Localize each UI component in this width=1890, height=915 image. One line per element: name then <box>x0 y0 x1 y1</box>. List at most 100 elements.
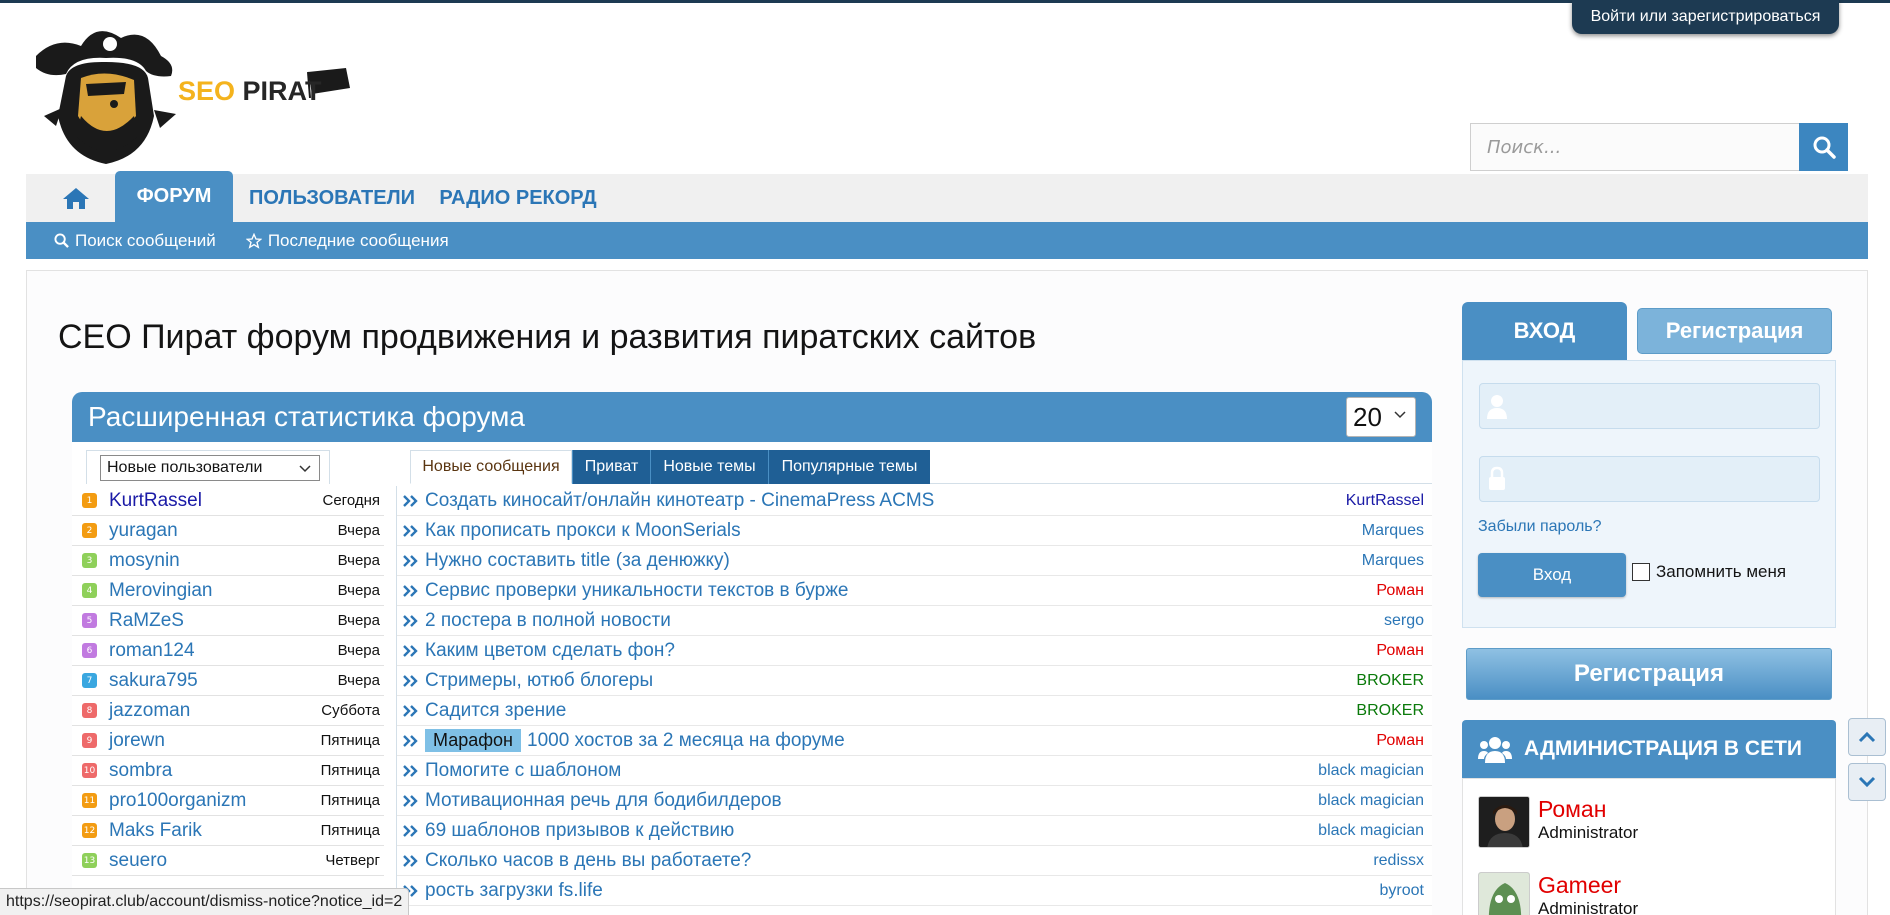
password-field[interactable] <box>1479 456 1820 502</box>
home-button[interactable] <box>56 182 96 214</box>
user-row[interactable]: 2 yuragan Вчера <box>72 516 384 546</box>
tab-radio[interactable]: РАДИО РЕКОРД <box>430 174 606 222</box>
search-input[interactable]: Поиск... <box>1470 123 1799 171</box>
thread-row[interactable]: Помогите с шаблоном black magician <box>397 756 1432 786</box>
tab-forum[interactable]: ФОРУМ <box>115 171 233 222</box>
admin-name[interactable]: Роман <box>1538 796 1638 823</box>
thread-row[interactable]: Каким цветом сделать фон? Роман <box>397 636 1432 666</box>
user-name[interactable]: Maks Farik <box>109 820 202 842</box>
subnav-recent-messages[interactable]: Последние сообщения <box>245 231 449 251</box>
user-name[interactable]: pro100organizm <box>109 790 246 812</box>
thread-title-link[interactable]: Создать киносайт/онлайн кинотеатр - Cine… <box>425 490 934 512</box>
user-row[interactable]: 13 seuero Четверг <box>72 846 384 876</box>
thread-author[interactable]: BROKER <box>1356 672 1424 690</box>
thread-title-link[interactable]: Сервис проверки уникальности текстов в б… <box>425 580 849 602</box>
user-name[interactable]: Merovingian <box>109 580 213 602</box>
user-row[interactable]: 9 jorewn Пятница <box>72 726 384 756</box>
thread-title-link[interactable]: Как прописать прокси к MoonSerials <box>425 520 741 542</box>
user-row[interactable]: 4 Merovingian Вчера <box>72 576 384 606</box>
thread-author[interactable]: sergo <box>1384 612 1424 630</box>
admin-item[interactable]: Gameer Administrator <box>1478 872 1638 915</box>
sidebar-register-tab[interactable]: Регистрация <box>1637 308 1832 354</box>
user-name[interactable]: jazzoman <box>109 700 190 722</box>
user-name[interactable]: sakura795 <box>109 670 198 692</box>
user-name[interactable]: jorewn <box>109 730 165 752</box>
thread-row[interactable]: Сервис проверки уникальности текстов в б… <box>397 576 1432 606</box>
thread-author[interactable]: Роман <box>1376 732 1424 750</box>
avatar[interactable] <box>1478 872 1530 915</box>
thread-author[interactable]: BROKER <box>1356 702 1424 720</box>
thread-row[interactable]: Садится зрение BROKER <box>397 696 1432 726</box>
thread-author[interactable]: Marques <box>1362 552 1424 570</box>
user-row[interactable]: 12 Maks Farik Пятница <box>72 816 384 846</box>
user-name[interactable]: roman124 <box>109 640 195 662</box>
forgot-password-link[interactable]: Забыли пароль? <box>1478 518 1602 536</box>
search-button[interactable] <box>1799 123 1848 171</box>
thread-title-link[interactable]: Мотивационная речь для бодибилдеров <box>425 790 782 812</box>
subnav-search-messages[interactable]: Поиск сообщений <box>54 231 216 251</box>
thread-row[interactable]: рость загрузки fs.life byroot <box>397 876 1432 906</box>
thread-author[interactable]: Роман <box>1376 582 1424 600</box>
register-button[interactable]: Регистрация <box>1466 648 1832 700</box>
tab-new-threads[interactable]: Новые темы <box>650 450 768 484</box>
thread-row[interactable]: Нужно составить title (за денюжку) Marque… <box>397 546 1432 576</box>
thread-author[interactable]: Marques <box>1362 522 1424 540</box>
thread-title-link[interactable]: 2 постера в полной новости <box>425 610 671 632</box>
remember-checkbox[interactable] <box>1632 563 1650 581</box>
thread-title-link[interactable]: Садится зрение <box>425 700 566 722</box>
tab-popular-threads[interactable]: Популярные темы <box>768 450 930 484</box>
remember-me[interactable]: Запомнить меня <box>1632 562 1786 582</box>
user-row[interactable]: 8 jazzoman Суббота <box>72 696 384 726</box>
sidebar-login-tab[interactable]: ВХОД <box>1462 302 1627 360</box>
user-row[interactable]: 10 sombra Пятница <box>72 756 384 786</box>
thread-author[interactable]: black magician <box>1318 792 1424 810</box>
username-field[interactable] <box>1479 383 1820 429</box>
thread-title-link[interactable]: рость загрузки fs.life <box>425 880 603 902</box>
login-register-tab[interactable]: Войти или зарегистрироваться <box>1572 0 1839 34</box>
thread-author[interactable]: black magician <box>1318 822 1424 840</box>
scroll-down-button[interactable] <box>1848 763 1886 801</box>
thread-author[interactable]: KurtRassel <box>1346 492 1424 510</box>
thread-row[interactable]: Стримеры, ютюб блогеры BROKER <box>397 666 1432 696</box>
user-name[interactable]: yuragan <box>109 520 178 542</box>
thread-author[interactable]: byroot <box>1380 882 1424 900</box>
user-type-select[interactable]: Новые пользователи <box>100 455 320 481</box>
login-button[interactable]: Вход <box>1478 553 1626 597</box>
thread-title-link[interactable]: 69 шаблонов призывов к действию <box>425 820 734 842</box>
count-select[interactable]: 20 <box>1346 397 1416 437</box>
user-name[interactable]: sombra <box>109 760 172 782</box>
thread-author[interactable]: Роман <box>1376 642 1424 660</box>
thread-row[interactable]: 69 шаблонов призывов к действию black mag… <box>397 816 1432 846</box>
thread-row[interactable]: Как прописать прокси к MoonSerials Marque… <box>397 516 1432 546</box>
site-logo[interactable]: SEO PIRAT <box>26 16 350 166</box>
user-name[interactable]: seuero <box>109 850 167 872</box>
admin-name[interactable]: Gameer <box>1538 872 1638 899</box>
avatar[interactable] <box>1478 796 1530 848</box>
thread-title-link[interactable]: Помогите с шаблоном <box>425 760 621 782</box>
user-row[interactable]: 1 KurtRassel Сегодня <box>72 486 384 516</box>
thread-row[interactable]: Марафон 1000 хостов за 2 месяца на форуме… <box>397 726 1432 756</box>
user-row[interactable]: 7 sakura795 Вчера <box>72 666 384 696</box>
user-name[interactable]: mosynin <box>109 550 180 572</box>
user-row[interactable]: 3 mosynin Вчера <box>72 546 384 576</box>
user-name[interactable]: KurtRassel <box>109 490 202 512</box>
thread-row[interactable]: Создать киносайт/онлайн кинотеатр - Cine… <box>397 486 1432 516</box>
thread-row[interactable]: 2 постера в полной новости sergo <box>397 606 1432 636</box>
thread-title-link[interactable]: 1000 хостов за 2 месяца на форуме <box>527 730 845 752</box>
tab-new-messages[interactable]: Новые сообщения <box>410 450 572 484</box>
thread-prefix-badge[interactable]: Марафон <box>425 729 521 752</box>
scroll-up-button[interactable] <box>1848 718 1886 756</box>
thread-title-link[interactable]: Стримеры, ютюб блогеры <box>425 670 653 692</box>
thread-title-link[interactable]: Нужно составить title (за денюжку) <box>425 550 730 572</box>
thread-title-link[interactable]: Сколько часов в день вы работаете? <box>425 850 751 872</box>
thread-author[interactable]: redissx <box>1373 852 1424 870</box>
user-row[interactable]: 11 pro100organizm Пятница <box>72 786 384 816</box>
thread-title-link[interactable]: Каким цветом сделать фон? <box>425 640 675 662</box>
user-row[interactable]: 6 roman124 Вчера <box>72 636 384 666</box>
thread-row[interactable]: Сколько часов в день вы работаете? rediss… <box>397 846 1432 876</box>
admin-item[interactable]: Роман Administrator <box>1478 796 1638 848</box>
user-name[interactable]: RaMZeS <box>109 610 184 632</box>
tab-private[interactable]: Приват <box>572 450 650 484</box>
user-row[interactable]: 5 RaMZeS Вчера <box>72 606 384 636</box>
thread-author[interactable]: black magician <box>1318 762 1424 780</box>
